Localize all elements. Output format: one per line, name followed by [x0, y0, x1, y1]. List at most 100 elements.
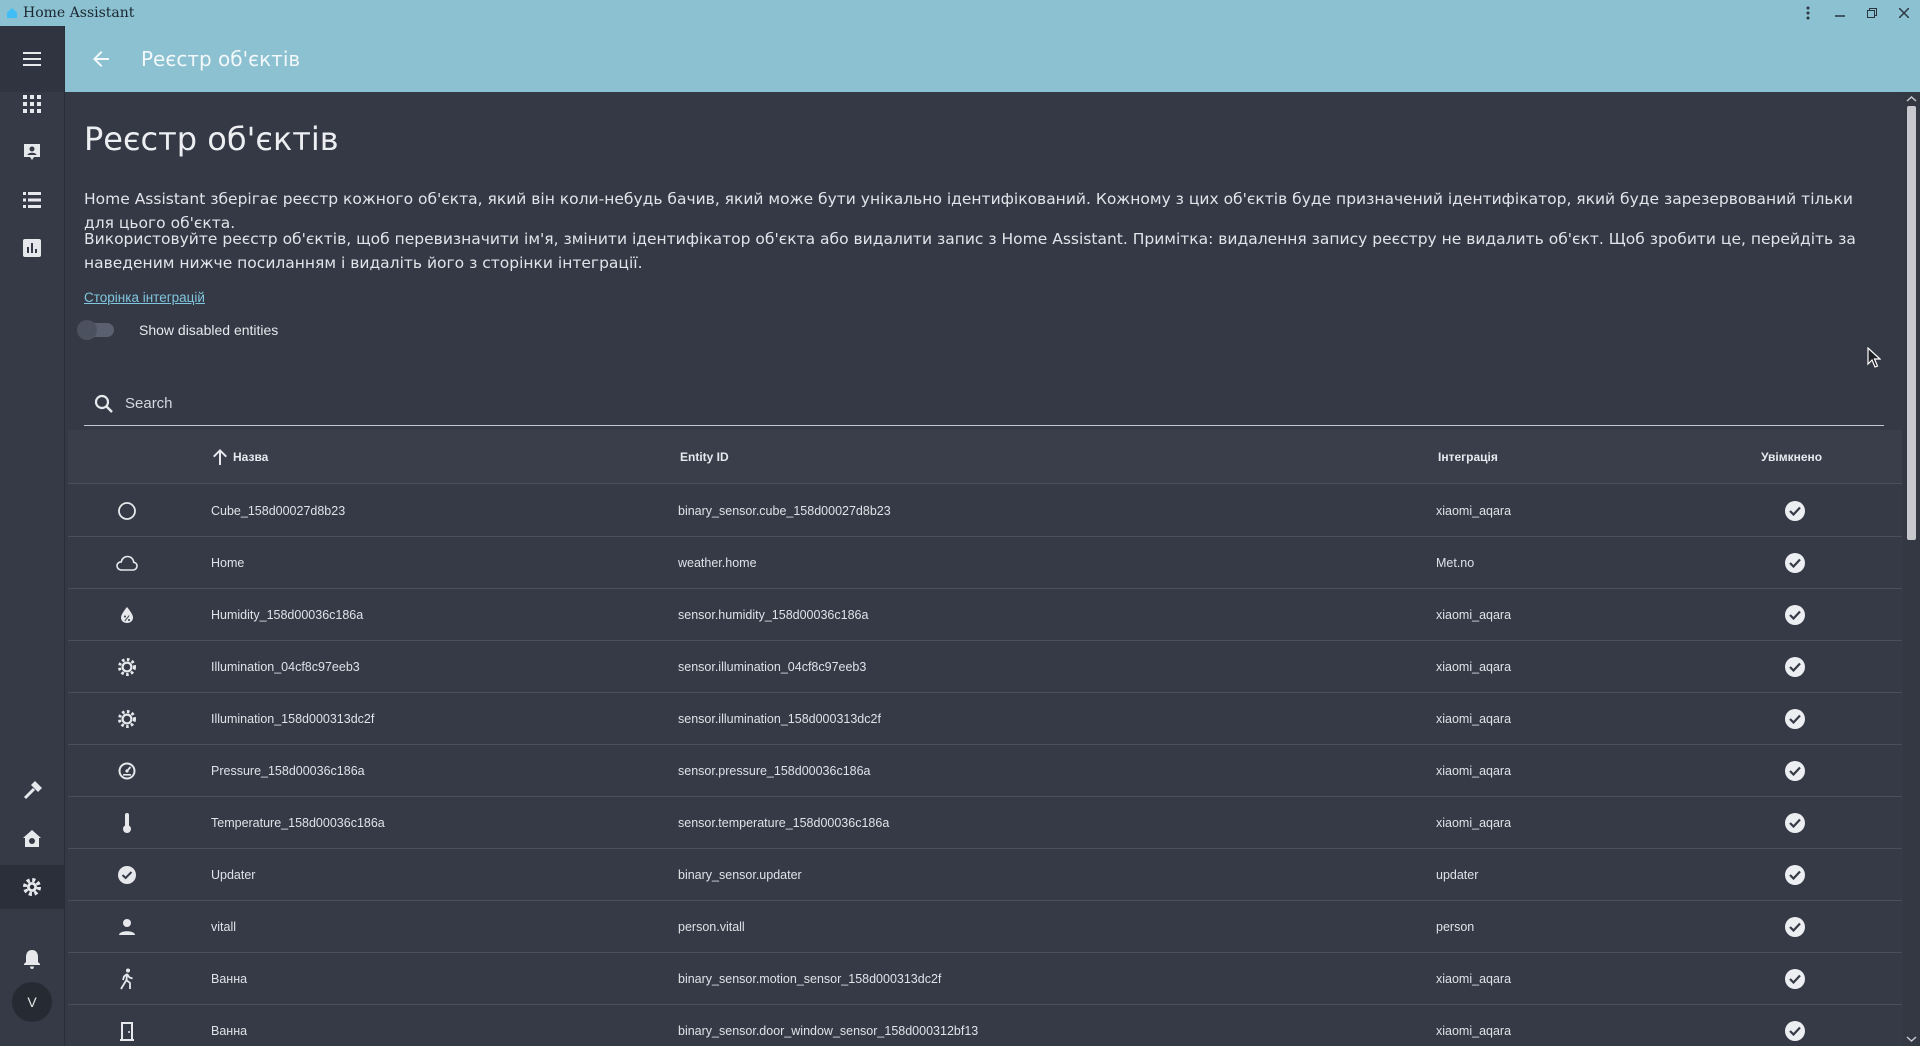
more-options-icon[interactable]	[1792, 0, 1824, 26]
integration-cell: xiaomi_aqara	[1436, 660, 1512, 674]
dashboard-icon	[23, 95, 41, 113]
thermometer-icon	[114, 797, 140, 849]
search-input[interactable]: Search	[125, 395, 173, 412]
search-icon	[94, 394, 113, 413]
minimize-button[interactable]	[1824, 0, 1856, 26]
home-assistant-logo-icon	[7, 8, 17, 18]
close-button[interactable]	[1888, 0, 1920, 26]
column-header-entity-id[interactable]: Entity ID	[680, 430, 729, 484]
sidebar-item-supervisor[interactable]	[0, 817, 64, 861]
brightness-icon	[114, 641, 140, 693]
integration-cell: xiaomi_aqara	[1436, 1024, 1512, 1038]
show-disabled-label: Show disabled entities	[139, 322, 279, 338]
table-row[interactable]: Pressure_158d00036c186a sensor.pressure_1…	[68, 745, 1902, 797]
show-disabled-toggle[interactable]	[77, 320, 114, 340]
integration-cell: person	[1436, 920, 1475, 934]
app-header: Реєстр об'єктів	[65, 26, 1920, 92]
table-row[interactable]: Illumination_158d000313dc2f sensor.illumi…	[68, 693, 1902, 745]
entity-id-cell: binary_sensor.motion_sensor_158d000313dc…	[678, 972, 942, 986]
brightness-icon	[114, 693, 140, 745]
entity-name-cell: Illumination_158d000313dc2f	[211, 712, 375, 726]
enabled-check-icon	[1782, 641, 1808, 693]
entity-id-cell: sensor.temperature_158d00036c186a	[678, 816, 890, 830]
enabled-check-icon	[1782, 849, 1808, 901]
column-label: Інтеграція	[1438, 450, 1498, 464]
entity-name-cell: Cube_158d00027d8b23	[211, 504, 346, 518]
integration-cell: xiaomi_aqara	[1436, 764, 1512, 778]
water-percent-icon	[114, 589, 140, 641]
menu-icon	[23, 52, 41, 66]
scroll-down-arrow-icon[interactable]	[1903, 1034, 1920, 1044]
entity-id-cell: sensor.illumination_04cf8c97eeb3	[678, 660, 867, 674]
history-icon	[23, 239, 41, 257]
table-row[interactable]: Temperature_158d00036c186a sensor.tempera…	[68, 797, 1902, 849]
enabled-check-icon	[1782, 537, 1808, 589]
arrow-left-icon	[93, 51, 109, 67]
column-header-integration[interactable]: Інтеграція	[1438, 430, 1498, 484]
table-header: Назва Entity ID Інтеграція Увімкнено	[68, 430, 1902, 484]
enabled-check-icon	[1782, 797, 1808, 849]
scroll-up-arrow-icon[interactable]	[1903, 94, 1920, 104]
person-icon	[114, 901, 140, 953]
table-row[interactable]: Ванна binary_sensor.motion_sensor_158d000…	[68, 953, 1902, 1005]
mouse-cursor-icon	[1867, 347, 1881, 368]
toggle-knob	[77, 320, 97, 340]
sidebar-item-developer-tools[interactable]	[0, 769, 64, 813]
sidebar-item-notifications[interactable]	[0, 937, 64, 981]
integration-cell: xiaomi_aqara	[1436, 816, 1512, 830]
integration-cell: updater	[1436, 868, 1479, 882]
entity-id-cell: sensor.humidity_158d00036c186a	[678, 608, 869, 622]
show-disabled-row: Show disabled entities	[77, 320, 279, 340]
sidebar-item-configuration[interactable]	[0, 865, 64, 909]
entity-name-cell: Pressure_158d00036c186a	[211, 764, 365, 778]
walk-icon	[114, 953, 140, 1005]
integration-cell: xiaomi_aqara	[1436, 608, 1512, 622]
table-row[interactable]: Cube_158d00027d8b23 binary_sensor.cube_15…	[68, 485, 1902, 537]
table-row[interactable]: Humidity_158d00036c186a sensor.humidity_1…	[68, 589, 1902, 641]
sidebar-item-overview[interactable]	[0, 82, 64, 126]
entity-name-cell: Ванна	[211, 972, 248, 986]
entity-name-cell: Illumination_04cf8c97eeb3	[211, 660, 360, 674]
enabled-check-icon	[1782, 693, 1808, 745]
circle-outline-icon	[114, 485, 140, 537]
scrollbar[interactable]	[1903, 92, 1920, 1046]
restore-button[interactable]	[1856, 0, 1888, 26]
window-title: Home Assistant	[23, 5, 135, 21]
arrow-up-icon	[213, 449, 227, 465]
table-row[interactable]: Ванна binary_sensor.door_window_sensor_15…	[68, 1005, 1902, 1046]
entity-id-cell: sensor.pressure_158d00036c186a	[678, 764, 871, 778]
column-header-enabled[interactable]: Увімкнено	[1761, 430, 1822, 484]
enabled-check-icon	[1782, 1005, 1808, 1046]
sidebar-item-history[interactable]	[0, 226, 64, 270]
integrations-page-link[interactable]: Сторінка інтеграцій	[84, 290, 205, 305]
supervisor-icon	[23, 830, 41, 847]
page-title: Реєстр об'єктів	[84, 120, 339, 158]
sidebar: V	[0, 26, 65, 1046]
scroll-thumb[interactable]	[1907, 106, 1916, 540]
table-row[interactable]: Illumination_04cf8c97eeb3 sensor.illumina…	[68, 641, 1902, 693]
developer-tools-icon	[23, 781, 42, 800]
table-row[interactable]: Updater binary_sensor.updater updater	[68, 849, 1902, 901]
enabled-check-icon	[1782, 953, 1808, 1005]
entity-name-cell: Updater	[211, 868, 256, 882]
notifications-icon	[24, 950, 40, 969]
gauge-icon	[114, 745, 140, 797]
door-icon	[114, 1005, 140, 1046]
search-bar[interactable]: Search	[84, 382, 1884, 426]
main-content: Реєстр об'єктів Home Assistant зберігає …	[65, 92, 1903, 1046]
back-button[interactable]	[87, 45, 115, 73]
sidebar-item-map[interactable]	[0, 130, 64, 174]
sidebar-item-logbook[interactable]	[0, 178, 64, 222]
settings-icon	[23, 878, 41, 896]
entity-name-cell: Home	[211, 556, 245, 570]
table-row[interactable]: Home weather.home Met.no	[68, 537, 1902, 589]
entity-id-cell: person.vitall	[678, 920, 745, 934]
window-controls	[1792, 0, 1920, 26]
entity-name-cell: Humidity_158d00036c186a	[211, 608, 364, 622]
table-row[interactable]: vitall person.vitall person	[68, 901, 1902, 953]
entity-id-cell: weather.home	[678, 556, 757, 570]
column-header-name[interactable]: Назва	[213, 430, 268, 484]
window-title-bar: Home Assistant	[0, 0, 1920, 26]
avatar[interactable]: V	[12, 982, 52, 1022]
integration-cell: xiaomi_aqara	[1436, 504, 1512, 518]
